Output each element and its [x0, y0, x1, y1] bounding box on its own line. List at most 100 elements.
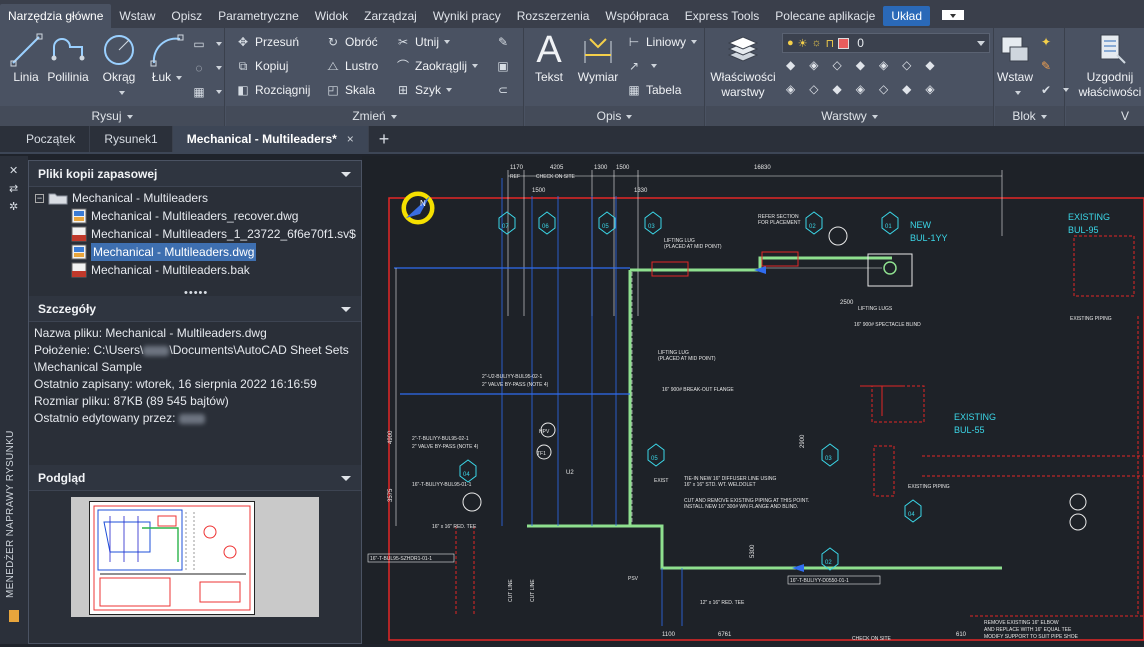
collapse-icon[interactable]	[341, 307, 351, 312]
chevron-down-icon	[977, 41, 985, 46]
panel-draw-label[interactable]: Rysuj	[0, 106, 224, 126]
insert-block-icon	[1001, 36, 1029, 62]
create-block-button[interactable]: ✦	[1037, 32, 1058, 52]
layer-walk-icon[interactable]: ◆	[832, 82, 841, 96]
panel-layers-label[interactable]: Warstwy	[706, 106, 993, 126]
insert-block-button[interactable]: Wstaw	[997, 32, 1033, 100]
tab-manage[interactable]: Zarządzaj	[356, 4, 425, 28]
layer-dropdown[interactable]: ● ☀ ☼ ⊓ 0	[782, 33, 990, 53]
detail-saved: Ostatnio zapisany: wtorek, 16 sierpnia 2…	[34, 377, 317, 391]
layer-properties-button[interactable]: Właściwości warstwy	[708, 32, 778, 100]
hatch-button[interactable]: ▦	[190, 82, 222, 102]
doc-tab-active[interactable]: Mechanical - Multileaders* ×	[172, 126, 369, 152]
erase-button[interactable]: ✎	[494, 32, 515, 52]
doc-tab-drawing1[interactable]: Rysunek1	[90, 126, 173, 152]
edit-attributes-button[interactable]: ✔	[1037, 80, 1069, 100]
move-button[interactable]: ✥ Przesuń	[234, 32, 299, 52]
circle-button[interactable]: Okrąg	[98, 32, 140, 100]
collapse-icon[interactable]	[341, 476, 351, 481]
text-button[interactable]: A Tekst	[531, 31, 567, 85]
scale-button[interactable]: ◰ Skala	[324, 80, 375, 100]
details-header[interactable]: Szczegóły	[29, 296, 361, 322]
layer-copy-icon[interactable]: ◇	[809, 82, 818, 96]
offset-button[interactable]: ⊂	[494, 80, 515, 100]
doc-tab-start[interactable]: Początek	[0, 126, 91, 152]
rectangle-button[interactable]: ▭	[190, 34, 222, 54]
layer-lock-icon[interactable]: ◆	[925, 58, 934, 72]
layer-off-icon[interactable]: ◇	[902, 58, 911, 72]
layer-on-icon[interactable]: ◈	[925, 82, 934, 96]
stretch-button[interactable]: ◧ Rozciągnij	[234, 80, 310, 100]
explode-button[interactable]: ▣	[494, 56, 515, 76]
dimension-button[interactable]: Wymiar	[575, 32, 621, 85]
close-tab-icon[interactable]: ×	[347, 132, 354, 146]
note-text: 16" 900# SPECTACLE BLIND	[854, 322, 921, 328]
explode-icon: ▣	[497, 59, 509, 73]
note-text: INSTALL NEW 16" 300# WN FLANGE AND BLIND…	[684, 504, 798, 510]
layer-delete-icon[interactable]: ◇	[879, 82, 888, 96]
collapse-tree-icon[interactable]: −	[35, 193, 44, 203]
note-text: 16"-T-BULIYY-BUL95-01-1	[412, 482, 472, 488]
mirror-button[interactable]: ⧍ Lustro	[324, 56, 378, 76]
tree-file[interactable]: Mechanical - Multileaders_recover.dwg	[71, 207, 298, 225]
leader-button[interactable]: ↗	[625, 56, 657, 76]
layer-current-icon[interactable]: ◈	[786, 82, 795, 96]
tree-file[interactable]: Mechanical - Multileaders.bak	[71, 261, 250, 279]
piping-drawing[interactable]: N 1170 4205 1300 1500 16830 1500 1330 RE…	[362, 156, 1144, 644]
trim-button[interactable]: ✂ Utnij	[394, 32, 451, 52]
array-button[interactable]: ⊞ Szyk	[394, 80, 453, 100]
autohide-icon[interactable]: ⇄	[9, 182, 18, 195]
ribbon-options-icon[interactable]	[942, 10, 965, 20]
tab-layout[interactable]: Układ	[883, 6, 931, 26]
linear-dim-button[interactable]: ⊢ Liniowy	[625, 32, 698, 52]
tab-output[interactable]: Wyniki pracy	[425, 4, 509, 28]
offset-icon: ⊂	[497, 83, 509, 97]
copy-button[interactable]: ⧉ Kopiuj	[234, 56, 289, 76]
svg-text:N: N	[420, 199, 426, 208]
panel-modify-label[interactable]: Zmień	[226, 106, 523, 126]
preview-header[interactable]: Podgląd	[29, 465, 361, 491]
polyline-button[interactable]: Polilinia	[44, 32, 92, 85]
tab-featured-apps[interactable]: Polecane aplikacje	[767, 4, 883, 28]
dim-text: 1330	[634, 188, 648, 194]
tree-file-selected[interactable]: Mechanical - Multileaders.dwg	[71, 243, 257, 261]
properties-gear-icon[interactable]: ✲	[9, 200, 18, 213]
panel-annotation-label[interactable]: Opis	[525, 106, 704, 126]
layer-freeze-icon[interactable]: ◈	[879, 58, 888, 72]
tab-view[interactable]: Widok	[307, 4, 356, 28]
tag-label: 01	[885, 224, 892, 230]
tag-label: 03	[825, 456, 832, 462]
table-button[interactable]: ▦ Tabela	[625, 80, 681, 100]
dim-text: 1500	[532, 188, 546, 194]
backup-files-header[interactable]: Pliki kopii zapasowej	[29, 161, 361, 187]
layer-unisolate-icon[interactable]: ◆	[856, 58, 865, 72]
tree-root[interactable]: − Mechanical - Multileaders	[35, 189, 208, 207]
note-text: LIFTING LUGS	[858, 306, 893, 312]
new-tab-button[interactable]: +	[369, 126, 400, 152]
tab-home[interactable]: Narzędzia główne	[0, 4, 112, 28]
match-properties-button[interactable]: Uzgodnij właściwości	[1076, 32, 1144, 100]
line-button[interactable]: Linia	[6, 32, 46, 85]
tab-collaborate[interactable]: Współpraca	[597, 4, 676, 28]
layer-isolate-icon[interactable]: ◇	[832, 58, 841, 72]
tree-file[interactable]: Mechanical - Multileaders_1_23722_6f6e70…	[71, 225, 356, 243]
drawing-canvas[interactable]: N 1170 4205 1300 1500 16830 1500 1330 RE…	[362, 156, 1144, 644]
layer-merge-icon[interactable]: ◈	[856, 82, 865, 96]
layer-previous-icon[interactable]: ◈	[809, 58, 818, 72]
panel-properties-label[interactable]: V	[1066, 106, 1144, 126]
tab-parametric[interactable]: Parametryczne	[210, 4, 307, 28]
layer-thaw-icon[interactable]: ◆	[902, 82, 911, 96]
tab-addins[interactable]: Rozszerzenia	[509, 4, 598, 28]
fillet-button[interactable]: ⌒ Zaokrąglij	[394, 56, 479, 76]
ellipse-button[interactable]: ◌	[190, 58, 222, 78]
collapse-icon[interactable]	[341, 172, 351, 177]
rotate-button[interactable]: ↻ Obróć	[324, 32, 378, 52]
close-palette-icon[interactable]: ✕	[9, 164, 18, 177]
tab-insert[interactable]: Wstaw	[111, 4, 163, 28]
edit-block-button[interactable]: ✎	[1037, 56, 1058, 76]
tab-express-tools[interactable]: Express Tools	[677, 4, 767, 28]
arc-button[interactable]: Łuk	[148, 32, 186, 85]
tab-annotate[interactable]: Opisz	[163, 4, 210, 28]
layer-match-icon[interactable]: ◆	[786, 58, 795, 72]
panel-block-label[interactable]: Blok	[995, 106, 1064, 126]
